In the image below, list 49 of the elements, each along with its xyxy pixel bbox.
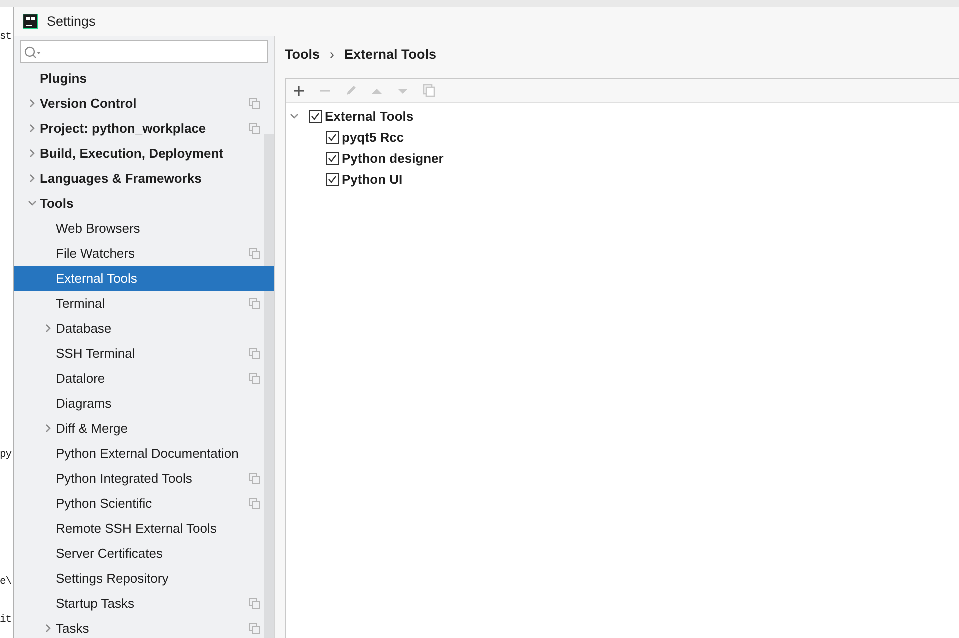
scrollbar[interactable] (264, 134, 274, 638)
breadcrumb-item[interactable]: Tools (285, 47, 320, 62)
checkbox[interactable] (326, 152, 339, 165)
sidebar-item[interactable]: Plugins (14, 66, 274, 91)
sidebar-item[interactable]: Web Browsers (14, 216, 274, 241)
sidebar-item[interactable]: Project: python_workplace (14, 116, 274, 141)
sidebar-item[interactable]: Build, Execution, Deployment (14, 141, 274, 166)
tool-label: pyqt5 Rcc (342, 130, 404, 145)
breadcrumb-item[interactable]: External Tools (344, 47, 437, 62)
sidebar-item[interactable]: Remote SSH External Tools (14, 516, 274, 541)
sidebar-item[interactable]: Python External Documentation (14, 441, 274, 466)
breadcrumb-separator: › (330, 47, 334, 62)
code-fragment: st (0, 30, 13, 44)
window-title: Settings (47, 14, 96, 29)
code-fragment: e\ (0, 575, 13, 589)
sidebar-item[interactable]: External Tools (14, 266, 274, 291)
sidebar-item[interactable]: Database (14, 316, 274, 341)
sidebar-item[interactable]: Settings Repository (14, 566, 274, 591)
checkbox[interactable] (309, 110, 322, 123)
app-logo-icon (23, 14, 38, 29)
checkmark-icon (328, 133, 337, 142)
sidebar-item[interactable]: Diff & Merge (14, 416, 274, 441)
chevron-down-icon[interactable] (290, 112, 299, 121)
tool-label: External Tools (325, 109, 414, 124)
sidebar-item[interactable]: Terminal (14, 291, 274, 316)
sidebar-item[interactable]: SSH Terminal (14, 341, 274, 366)
code-fragment: it (0, 613, 13, 627)
sidebar-item[interactable]: Tools (14, 191, 274, 216)
search-field[interactable] (20, 40, 268, 63)
sidebar-item[interactable]: Server Certificates (14, 541, 274, 566)
checkmark-icon (328, 175, 337, 184)
tool-label: Python UI (342, 172, 403, 187)
add-icon[interactable] (292, 84, 306, 98)
sidebar-item[interactable]: Python Scientific (14, 491, 274, 516)
sidebar-item[interactable]: Version Control (14, 91, 274, 116)
checkmark-icon (311, 112, 320, 121)
checkmark-icon (328, 154, 337, 163)
sidebar-item[interactable]: Datalore (14, 366, 274, 391)
sidebar-item[interactable]: Languages & Frameworks (14, 166, 274, 191)
sidebar-item[interactable]: Tasks (14, 616, 274, 638)
code-fragment: py (0, 448, 13, 462)
sidebar-item[interactable]: File Watchers (14, 241, 274, 266)
sidebar-item[interactable]: Diagrams (14, 391, 274, 416)
checkbox[interactable] (326, 131, 339, 144)
sidebar-item[interactable]: Python Integrated Tools (14, 466, 274, 491)
search-icon (24, 46, 42, 58)
checkbox[interactable] (326, 173, 339, 186)
tool-label: Python designer (342, 151, 444, 166)
sidebar-item[interactable]: Startup Tasks (14, 591, 274, 616)
